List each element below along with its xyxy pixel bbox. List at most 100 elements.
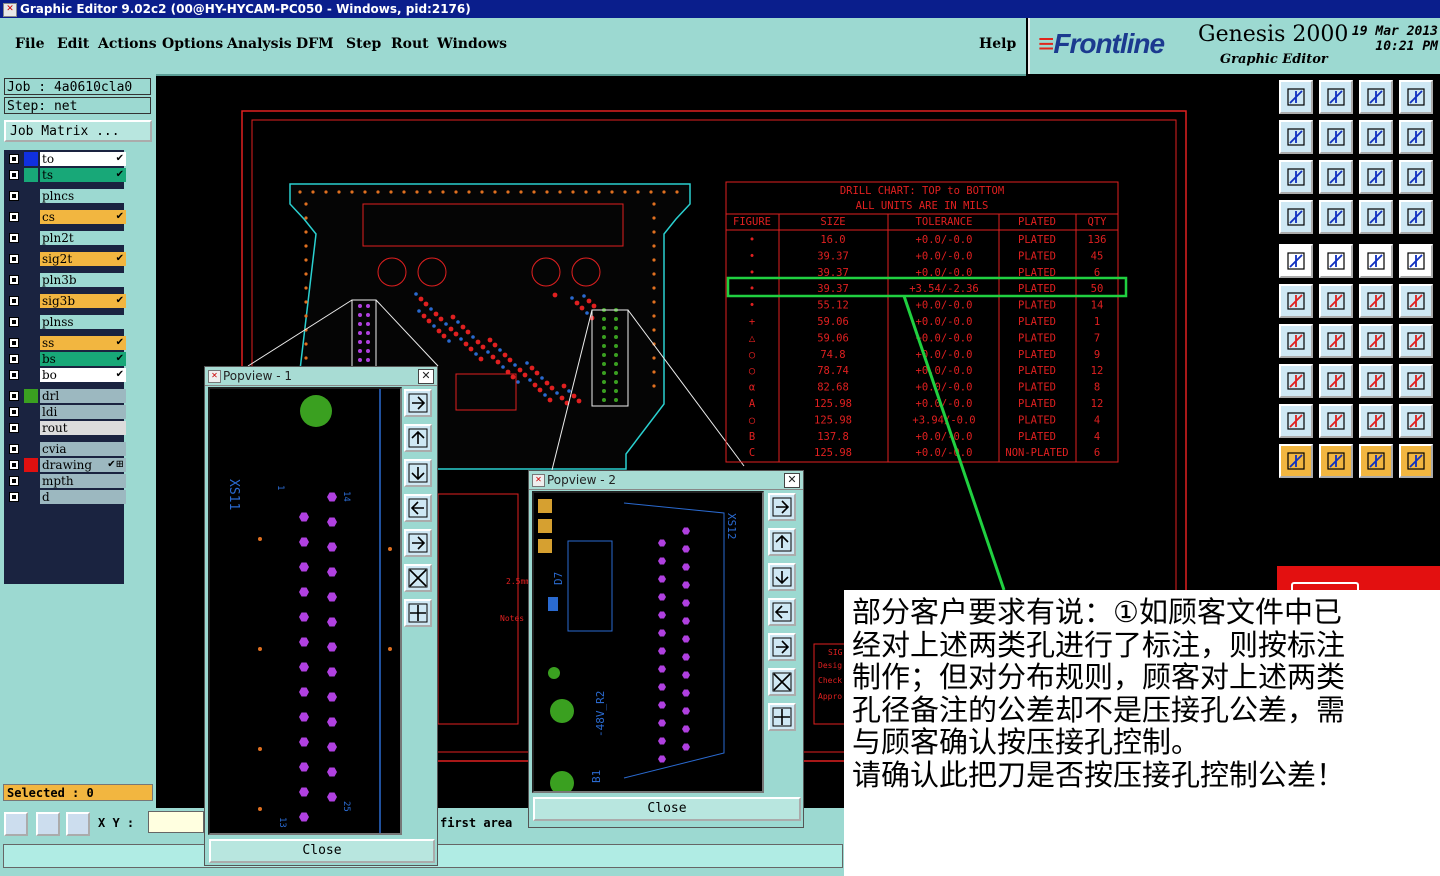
menu-windows[interactable]: Windows (437, 36, 507, 52)
fit-icon[interactable] (768, 493, 796, 521)
layer-checkbox[interactable] (9, 423, 19, 433)
import-icon[interactable] (1279, 120, 1313, 154)
layer-row-plnss[interactable]: plnss (6, 315, 126, 329)
ruler-icon[interactable] (1359, 244, 1393, 278)
pointer-icon[interactable] (1279, 444, 1313, 478)
swap-icon[interactable] (1359, 120, 1393, 154)
layer-row-pln2t[interactable]: pln2t (6, 231, 126, 245)
arrow-icon[interactable] (1399, 284, 1433, 318)
fit-icon[interactable] (404, 389, 432, 417)
job-matrix-button[interactable]: Job Matrix ... (4, 120, 152, 142)
layer-checkbox[interactable] (9, 154, 19, 164)
layer-row-ldi[interactable]: ldi (6, 405, 126, 419)
layer-row-d[interactable]: d (6, 490, 126, 504)
layer-row-sig3b[interactable]: sig3b ✔ (6, 294, 126, 308)
layer-checkbox[interactable] (9, 275, 19, 285)
cluster-icon[interactable] (1399, 364, 1433, 398)
zoom-in-icon[interactable] (768, 703, 796, 731)
layer-checkbox[interactable] (9, 476, 19, 486)
layer-checkbox[interactable] (9, 391, 19, 401)
pan-right-icon[interactable] (404, 529, 432, 557)
triangle-icon[interactable] (1279, 404, 1313, 438)
menu-edit[interactable]: Edit (57, 36, 89, 52)
layer-row-cvia[interactable]: cvia (6, 442, 126, 456)
triangle-a-icon[interactable] (1319, 404, 1353, 438)
zoom-out-icon[interactable] (768, 668, 796, 696)
menu-options[interactable]: Options (162, 36, 223, 52)
layer-row-bs[interactable]: bs ✔ (6, 352, 126, 366)
menu-analysis[interactable]: Analysis (227, 36, 292, 52)
pointer-box-icon[interactable] (1319, 444, 1353, 478)
layer-row-ss[interactable]: ss ✔ (6, 336, 126, 350)
pan-left-icon[interactable] (404, 494, 432, 522)
xy-input[interactable] (148, 811, 204, 833)
layer-row-bo[interactable]: bo ✔ (6, 368, 126, 382)
connect-icon[interactable] (1279, 284, 1313, 318)
layer-checkbox[interactable] (9, 254, 19, 264)
popview-2-close-button[interactable]: Close (533, 797, 801, 821)
pan-down-icon[interactable] (768, 563, 796, 591)
popview-1-close-button[interactable]: Close (209, 839, 435, 863)
dimension-icon[interactable] (1359, 364, 1393, 398)
popview-1-close-icon[interactable]: ✕ (418, 369, 434, 384)
layer-checkbox[interactable] (9, 370, 19, 380)
layer-checkbox[interactable] (9, 338, 19, 348)
layout-icon[interactable] (1399, 80, 1433, 114)
angle-icon[interactable] (1279, 324, 1313, 358)
arc-icon[interactable] (1359, 324, 1393, 358)
scale-icon[interactable] (1359, 160, 1393, 194)
layer-checkbox[interactable] (9, 317, 19, 327)
menu-step[interactable]: Step (346, 36, 381, 52)
select-box-icon[interactable] (1399, 244, 1433, 278)
layer-checkbox[interactable] (9, 354, 19, 364)
line-edit-icon[interactable] (1319, 364, 1353, 398)
layer-row-sig2t[interactable]: sig2t ✔ (6, 252, 126, 266)
mirror-icon[interactable] (1399, 324, 1433, 358)
layer-checkbox[interactable] (9, 233, 19, 243)
layer-checkbox[interactable] (9, 492, 19, 502)
popview-2-canvas[interactable]: XS12 D7 -48V_R2 B1 (532, 491, 764, 793)
draw-line-icon[interactable] (1319, 244, 1353, 278)
layer-row-cs[interactable]: cs ✔ (6, 210, 126, 224)
layer-checkbox[interactable] (9, 212, 19, 222)
zoom-in-icon[interactable] (404, 599, 432, 627)
pan-up-icon[interactable] (404, 424, 432, 452)
save-icon[interactable] (1319, 80, 1353, 114)
menu-dfm[interactable]: DFM (296, 36, 334, 52)
layer-row-drl[interactable]: drl (6, 389, 126, 403)
layer-row-mpth[interactable]: mpth (6, 474, 126, 488)
pointer-select-icon[interactable] (1359, 444, 1393, 478)
layer-up-icon[interactable] (1359, 200, 1393, 234)
layer-checkbox[interactable] (9, 444, 19, 454)
wrench-icon[interactable] (1279, 200, 1313, 234)
measure-button[interactable] (36, 812, 60, 836)
layer-row-drawing[interactable]: drawing ✔⊞ (6, 458, 126, 472)
home-icon[interactable] (1279, 80, 1313, 114)
layer-checkbox[interactable] (9, 296, 19, 306)
measure-icon[interactable] (1279, 364, 1313, 398)
pan-left-icon[interactable] (768, 598, 796, 626)
help-icon[interactable] (1399, 160, 1433, 194)
menu-actions[interactable]: Actions (98, 36, 157, 52)
layer-row-rout[interactable]: rout (6, 421, 126, 435)
popview-2-close-icon[interactable]: ✕ (784, 473, 800, 488)
center-icon[interactable] (1319, 160, 1353, 194)
popview-1-canvas[interactable]: XS11 1 14 13 25 (208, 387, 402, 835)
zoom-out-icon[interactable] (404, 564, 432, 592)
layer-row-plncs[interactable]: plncs (6, 189, 126, 203)
zoom-box-button[interactable] (4, 812, 28, 836)
export-icon[interactable] (1319, 120, 1353, 154)
layer-row-to[interactable]: to ✔ (6, 152, 126, 166)
slash-icon[interactable] (1319, 324, 1353, 358)
layer-row-pln3b[interactable]: pln3b (6, 273, 126, 287)
add-pad-icon[interactable] (1279, 244, 1313, 278)
building-icon[interactable] (1359, 80, 1393, 114)
fit-icon[interactable] (1279, 160, 1313, 194)
layer-checkbox[interactable] (9, 170, 19, 180)
grid-icon[interactable] (1319, 200, 1353, 234)
layer-checkbox[interactable] (9, 460, 19, 470)
menu-file[interactable]: File (15, 36, 44, 52)
pointer-route-icon[interactable] (1399, 444, 1433, 478)
layer-checkbox[interactable] (9, 407, 19, 417)
layer-checkbox[interactable] (9, 191, 19, 201)
